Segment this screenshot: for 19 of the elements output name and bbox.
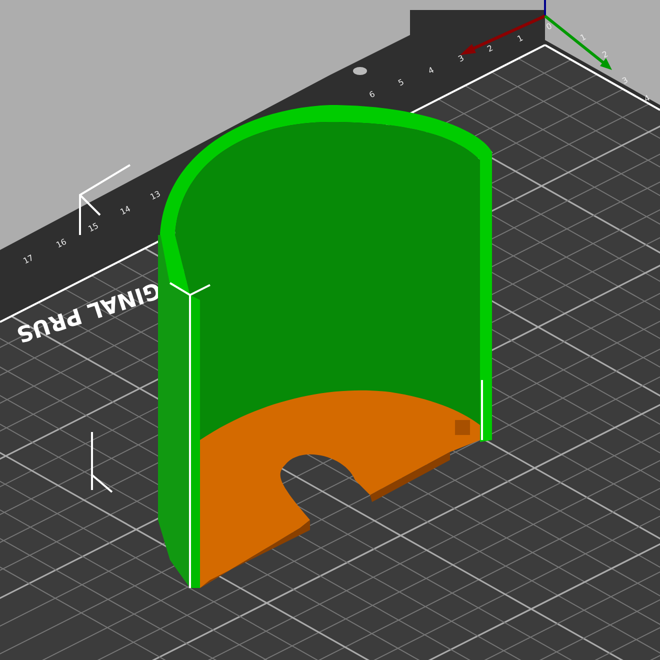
axis-tick-label: 3 — [456, 53, 466, 64]
3d-viewport[interactable]: GINAL PRUS 0 1 2 3 4 5 6 13 14 15 16 17 1 2 3 4 — [0, 0, 660, 660]
axis-tick-label: 2 — [600, 49, 610, 60]
bed-marker-icon — [353, 67, 367, 75]
axis-tick-label: 2 — [486, 43, 494, 54]
axis-tick-label: 13 — [148, 189, 162, 202]
axis-tick-label: 0 — [544, 21, 554, 32]
axis-tick-label: 14 — [118, 204, 132, 217]
axis-tick-label: 1 — [578, 32, 588, 43]
axis-tick-label: 5 — [396, 77, 406, 88]
axis-tick-label: 1 — [516, 33, 524, 44]
axis-tick-label: 3 — [620, 75, 630, 86]
axis-tick-label: 4 — [426, 65, 436, 76]
axis-tick-label: 6 — [368, 89, 376, 100]
axis-tick-label: 15 — [86, 221, 100, 234]
axis-tick-label: 17 — [22, 253, 35, 266]
bed-logo-text: GINAL PRUS — [13, 276, 164, 346]
axis-tick-label: 16 — [54, 237, 68, 250]
axis-tick-label: 4 — [642, 93, 652, 104]
